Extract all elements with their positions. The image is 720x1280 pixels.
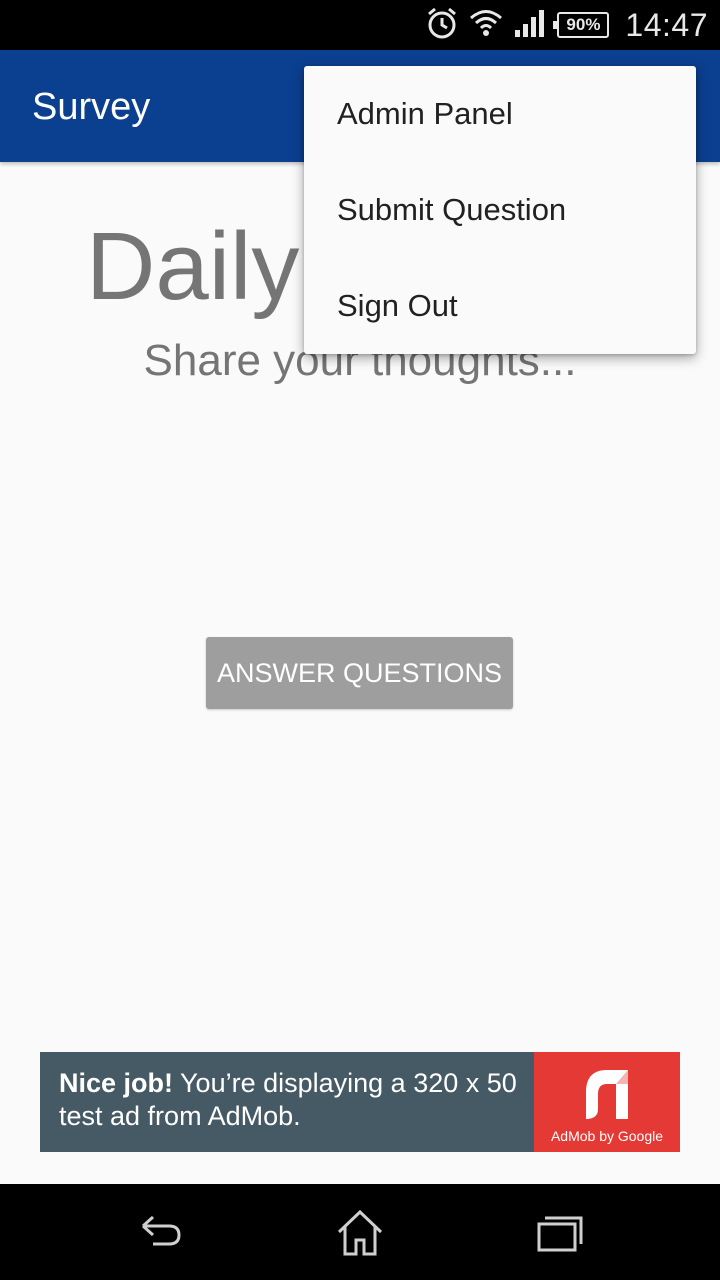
menu-item-submit-question[interactable]: Submit Question (304, 162, 696, 258)
home-icon[interactable] (335, 1208, 385, 1258)
ad-banner[interactable]: Nice job! You’re displaying a 320 x 50 t… (40, 1052, 680, 1152)
page-headline: Daily (86, 213, 300, 320)
navigation-bar (0, 1184, 720, 1280)
admob-icon (586, 1070, 628, 1119)
battery-level: 90% (566, 15, 601, 34)
menu-item-sign-out[interactable]: Sign Out (304, 258, 696, 354)
menu-item-admin-panel[interactable]: Admin Panel (304, 66, 696, 162)
admob-logo: AdMob by Google (534, 1052, 680, 1152)
status-bar: 90% 14:47 (0, 0, 720, 50)
alarm-icon (425, 6, 459, 45)
battery-icon: 90% (553, 12, 610, 38)
ad-text-bold: Nice job! (59, 1068, 174, 1098)
recents-icon[interactable] (535, 1208, 585, 1258)
app-title: Survey (32, 86, 151, 128)
wifi-icon (469, 8, 503, 43)
signal-icon (513, 8, 547, 43)
status-time: 14:47 (625, 6, 708, 43)
admob-logo-label: AdMob by Google (550, 1128, 664, 1144)
back-icon[interactable] (135, 1208, 185, 1258)
status-icons: 90% 14:47 (425, 0, 708, 50)
ad-text: Nice job! You’re displaying a 320 x 50 t… (40, 1052, 534, 1152)
overflow-menu: Admin Panel Submit Question Sign Out (304, 66, 696, 354)
answer-questions-button[interactable]: ANSWER QUESTIONS (206, 637, 513, 709)
